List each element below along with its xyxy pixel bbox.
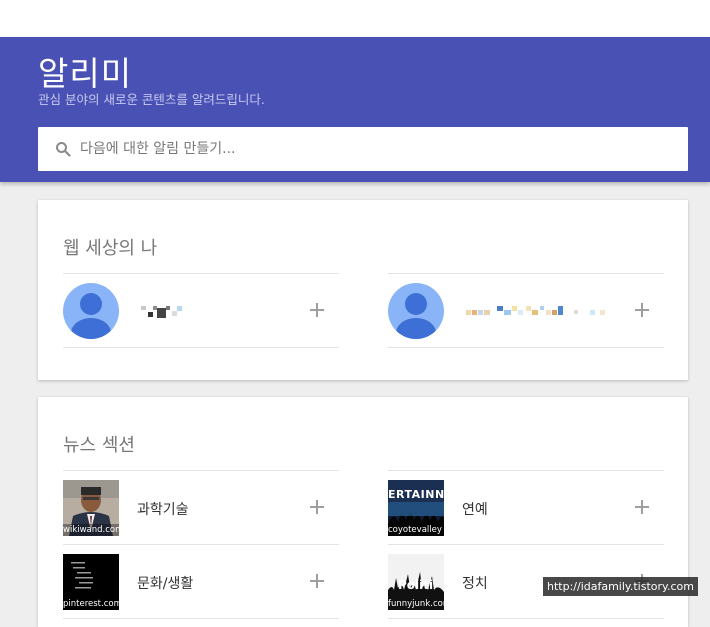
- news-item-science[interactable]: wikiwand.com 과학기술: [63, 470, 339, 544]
- news-thumbnail: pinterest.com: [63, 554, 119, 610]
- page-title: 알리미: [38, 54, 133, 93]
- news-item-entertainment[interactable]: ERTAINN coyotevalley 연예: [388, 470, 664, 544]
- blog-watermark: http://idafamily.tistory.com: [543, 577, 698, 596]
- news-item-label: 문화/생활: [137, 576, 194, 592]
- news-item-culture[interactable]: pinterest.com 문화/생활: [63, 544, 339, 619]
- me-on-web-title: 웹 세상의 나: [63, 238, 158, 259]
- search-input[interactable]: [80, 127, 670, 171]
- add-alert-button[interactable]: [305, 569, 329, 593]
- me-row-2: [388, 273, 664, 348]
- me-row-1: [63, 273, 339, 348]
- add-alert-button[interactable]: [630, 298, 654, 322]
- header-banner: 알리미 관심 분야의 새로운 콘텐츠를 알려드립니다.: [0, 37, 710, 182]
- thumbnail-source: coyotevalley: [388, 525, 442, 535]
- redacted-email: [464, 304, 634, 318]
- news-thumbnail: ERTAINN coyotevalley: [388, 480, 444, 536]
- avatar: [388, 283, 444, 339]
- news-item-label: 연예: [462, 502, 488, 518]
- thumbnail-source: funnyjunk.com: [388, 599, 444, 609]
- top-bar: [0, 0, 710, 37]
- add-alert-button[interactable]: [305, 298, 329, 322]
- avatar: [63, 283, 119, 339]
- add-alert-button[interactable]: [630, 495, 654, 519]
- news-section-title: 뉴스 섹션: [63, 435, 135, 456]
- add-alert-button[interactable]: [305, 495, 329, 519]
- news-item-label: 정치: [462, 576, 488, 592]
- redacted-name: [139, 304, 299, 318]
- thumbnail-banner: Politi: [398, 578, 434, 592]
- thumbnail-source: wikiwand.com: [63, 524, 119, 536]
- thumbnail-banner: ERTAINN: [388, 488, 444, 501]
- me-on-web-card: 웹 세상의 나: [38, 200, 688, 380]
- page-subtitle: 관심 분야의 새로운 콘텐츠를 알려드립니다.: [38, 92, 265, 107]
- thumbnail-source: pinterest.com: [63, 599, 119, 609]
- search-icon: [56, 142, 71, 157]
- news-thumbnail: wikiwand.com: [63, 480, 119, 536]
- news-thumbnail: Politi funnyjunk.com: [388, 554, 444, 610]
- news-item-label: 과학기술: [137, 502, 189, 518]
- search-bar[interactable]: [38, 127, 688, 171]
